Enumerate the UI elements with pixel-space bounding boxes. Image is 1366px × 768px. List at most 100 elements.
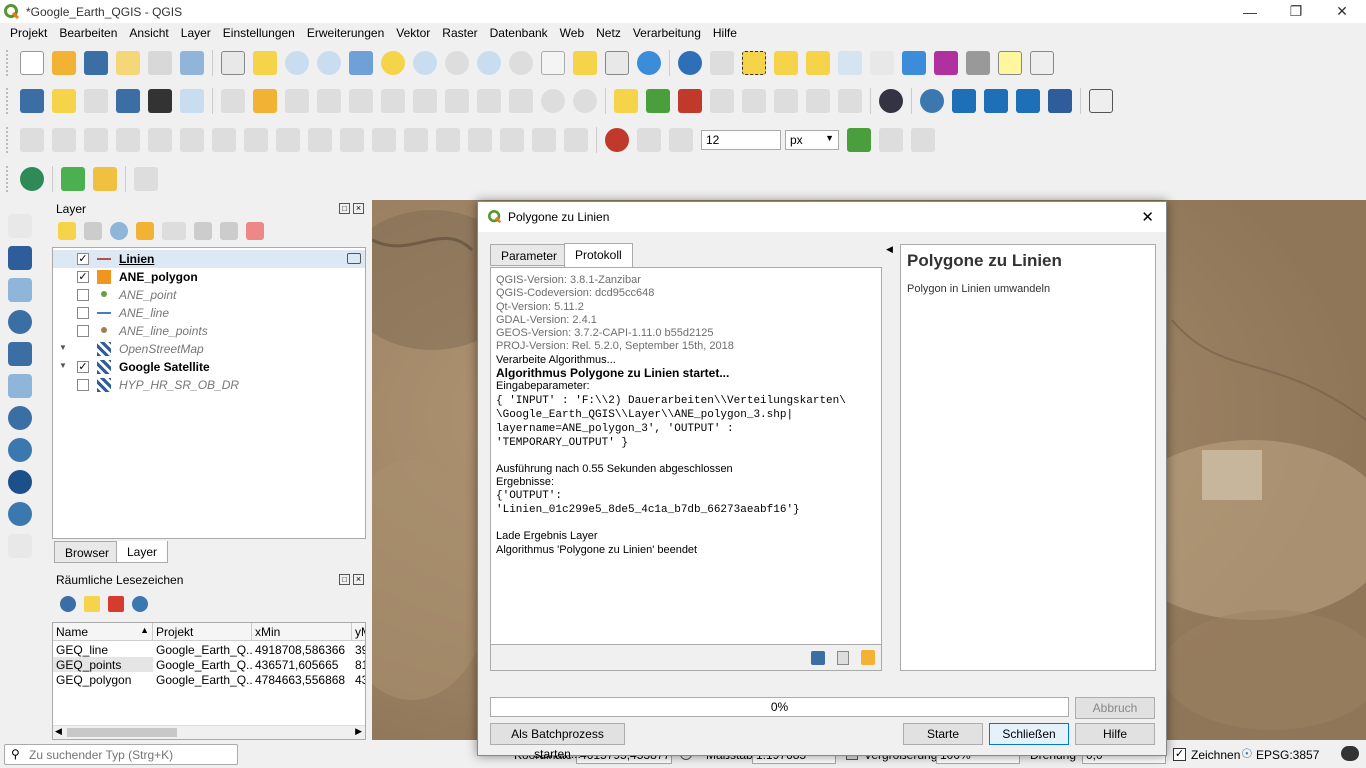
- close-panel-icon[interactable]: ×: [353, 203, 364, 214]
- add-wcs-icon[interactable]: [8, 502, 32, 526]
- paste-features-icon[interactable]: [509, 89, 533, 113]
- tab-protokoll[interactable]: Protokoll: [564, 243, 633, 268]
- layer-row-ane-point[interactable]: ANE_point: [53, 286, 365, 304]
- layer-row-ane-polygon[interactable]: ✓ ANE_polygon: [53, 268, 365, 286]
- digitize-icon[interactable]: [116, 89, 140, 113]
- deselect-all-icon[interactable]: [806, 51, 830, 75]
- topology-checker-icon[interactable]: [1089, 89, 1113, 113]
- add-postgis-icon[interactable]: [8, 406, 32, 430]
- sum-statistics-icon[interactable]: [934, 51, 958, 75]
- toolbar-grip[interactable]: [6, 50, 10, 76]
- measure-icon[interactable]: [966, 51, 990, 75]
- help-contents-icon[interactable]: [1048, 89, 1072, 113]
- temporary-layer-indicator-icon[interactable]: [347, 253, 361, 264]
- add-raster-layer-icon[interactable]: [8, 246, 32, 270]
- style-manager-icon[interactable]: [180, 51, 204, 75]
- manage-themes-icon[interactable]: [110, 222, 128, 240]
- add-mesh-layer-icon[interactable]: [8, 278, 32, 302]
- collapse-all-icon[interactable]: [220, 222, 238, 240]
- current-edits-icon[interactable]: [221, 89, 245, 113]
- split-parts-icon[interactable]: [468, 128, 492, 152]
- scrollbar-thumb[interactable]: [67, 728, 177, 737]
- add-ring-icon[interactable]: [148, 128, 172, 152]
- map-tips-icon[interactable]: [998, 51, 1022, 75]
- add-wms-icon[interactable]: [8, 438, 32, 462]
- reverse-line-icon[interactable]: [372, 128, 396, 152]
- close-window-button[interactable]: ✕: [1319, 0, 1365, 23]
- add-delimited-text-icon[interactable]: [8, 310, 32, 334]
- zoom-in-icon[interactable]: [285, 51, 309, 75]
- zoom-out-icon[interactable]: [317, 51, 341, 75]
- menu-bearbeiten[interactable]: Bearbeiten: [53, 26, 123, 40]
- clear-log-icon[interactable]: [861, 650, 875, 665]
- quickmapservices-icon[interactable]: [61, 167, 85, 191]
- menu-erweiterungen[interactable]: Erweiterungen: [301, 26, 390, 40]
- open-project-icon[interactable]: [52, 51, 76, 75]
- zoom-full-icon[interactable]: [349, 51, 373, 75]
- processing-toolbox-icon[interactable]: [902, 51, 926, 75]
- kmz-export-icon[interactable]: [984, 89, 1008, 113]
- snap-to-layer-icon[interactable]: [637, 128, 661, 152]
- rotate-symbols-icon[interactable]: [564, 128, 588, 152]
- crs-button[interactable]: EPSG:3857: [1256, 748, 1319, 762]
- new-project-icon[interactable]: [20, 51, 44, 75]
- add-spatialite-icon[interactable]: [8, 342, 32, 366]
- menu-netz[interactable]: Netz: [590, 26, 627, 40]
- new-shapefile-icon[interactable]: [84, 89, 108, 113]
- layer-checkbox[interactable]: ✓: [77, 271, 89, 283]
- menu-raster[interactable]: Raster: [436, 26, 483, 40]
- expand-all-icon[interactable]: [194, 222, 212, 240]
- kml-export-icon[interactable]: [952, 89, 976, 113]
- pan-map-icon[interactable]: [221, 51, 245, 75]
- menu-ansicht[interactable]: Ansicht: [123, 26, 174, 40]
- topological-editing-icon[interactable]: [847, 128, 871, 152]
- remove-layer-icon[interactable]: [246, 222, 264, 240]
- qgis2web-icon[interactable]: [93, 167, 117, 191]
- add-part-icon[interactable]: [180, 128, 204, 152]
- layout-manager-icon[interactable]: [148, 51, 172, 75]
- close-panel-icon[interactable]: ×: [353, 574, 364, 585]
- menu-projekt[interactable]: Projekt: [4, 26, 53, 40]
- pan-to-selection-icon[interactable]: [253, 51, 277, 75]
- help-button[interactable]: Hilfe: [1075, 723, 1155, 745]
- data-source-manager-icon[interactable]: [20, 89, 44, 113]
- save-project-icon[interactable]: [84, 51, 108, 75]
- copy-features-icon[interactable]: [477, 89, 501, 113]
- temporary-layer-icon[interactable]: [148, 89, 172, 113]
- float-panel-icon[interactable]: □: [339, 574, 350, 585]
- diagram-tool-icon[interactable]: [646, 89, 670, 113]
- refresh-icon[interactable]: [637, 51, 661, 75]
- column-header-name[interactable]: Name ▲: [53, 623, 153, 641]
- identify-features-icon[interactable]: [678, 51, 702, 75]
- new-bookmark-icon[interactable]: [84, 596, 100, 612]
- copy-log-icon[interactable]: [837, 651, 849, 665]
- snap-vertex-icon[interactable]: [669, 128, 693, 152]
- add-virtual-layer-icon[interactable]: [8, 374, 32, 398]
- reshape-features-icon[interactable]: [308, 128, 332, 152]
- add-wfs-icon[interactable]: [8, 470, 32, 494]
- menu-web[interactable]: Web: [554, 26, 590, 40]
- cut-features-icon[interactable]: [445, 89, 469, 113]
- save-log-icon[interactable]: [811, 651, 825, 665]
- menu-datenbank[interactable]: Datenbank: [484, 26, 554, 40]
- messages-icon[interactable]: [1341, 746, 1359, 761]
- merge-attributes-icon[interactable]: [532, 128, 556, 152]
- collapse-help-icon[interactable]: ◀: [886, 244, 893, 255]
- scroll-left-icon[interactable]: ◀: [55, 726, 62, 737]
- filter-legend-icon[interactable]: [136, 222, 154, 240]
- menu-hilfe[interactable]: Hilfe: [707, 26, 743, 40]
- add-vector-layer-icon[interactable]: [8, 214, 32, 238]
- abort-button[interactable]: Abbruch: [1075, 697, 1155, 719]
- rotate-feature-icon[interactable]: [84, 128, 108, 152]
- menu-verarbeitung[interactable]: Verarbeitung: [627, 26, 707, 40]
- new-map-view-icon[interactable]: [541, 51, 565, 75]
- draw-tool-icon[interactable]: [134, 167, 158, 191]
- move-feature-icon[interactable]: [52, 128, 76, 152]
- expand-arrow-icon[interactable]: ▼: [59, 343, 67, 352]
- snap-intersections-icon[interactable]: [911, 128, 935, 152]
- layer-row-ane-line-points[interactable]: ANE_line_points: [53, 322, 365, 340]
- dialog-close-icon[interactable]: ✕: [1141, 208, 1154, 226]
- cad-tools-icon[interactable]: [20, 128, 44, 152]
- globe-plugin-icon[interactable]: [879, 89, 903, 113]
- show-hide-labels-icon[interactable]: [742, 89, 766, 113]
